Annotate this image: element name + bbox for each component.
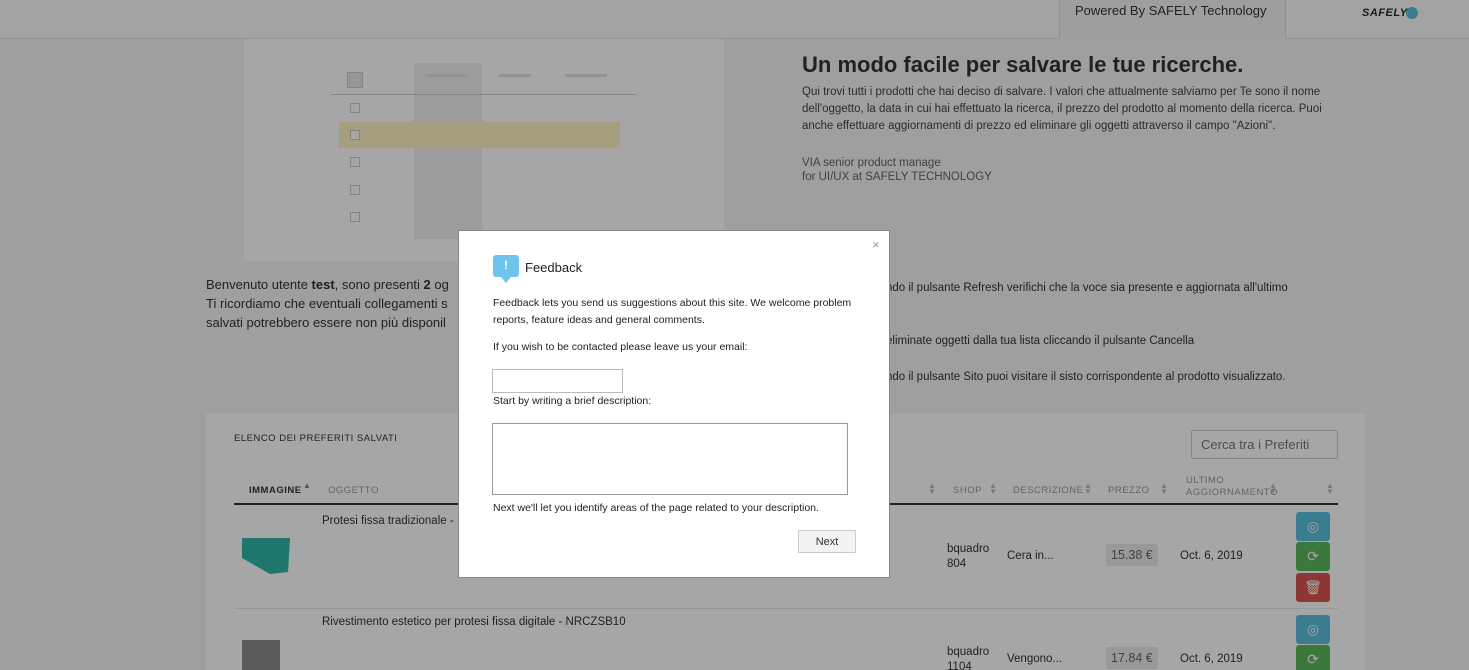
email-field[interactable]: [492, 369, 623, 393]
feedback-dialog: × ! Feedback Feedback lets you send us s…: [458, 230, 890, 578]
description-textarea[interactable]: [492, 423, 848, 495]
description-label: Start by writing a brief description:: [493, 395, 652, 407]
dialog-intro: Feedback lets you send us suggestions ab…: [493, 297, 852, 326]
email-label: If you wish to be contacted please leave…: [493, 341, 748, 353]
next-hint: Next we'll let you identify areas of the…: [493, 502, 819, 514]
next-button[interactable]: Next: [798, 530, 856, 553]
feedback-icon: !: [493, 255, 519, 283]
close-icon[interactable]: ×: [872, 237, 880, 252]
dialog-title: Feedback: [525, 260, 583, 275]
